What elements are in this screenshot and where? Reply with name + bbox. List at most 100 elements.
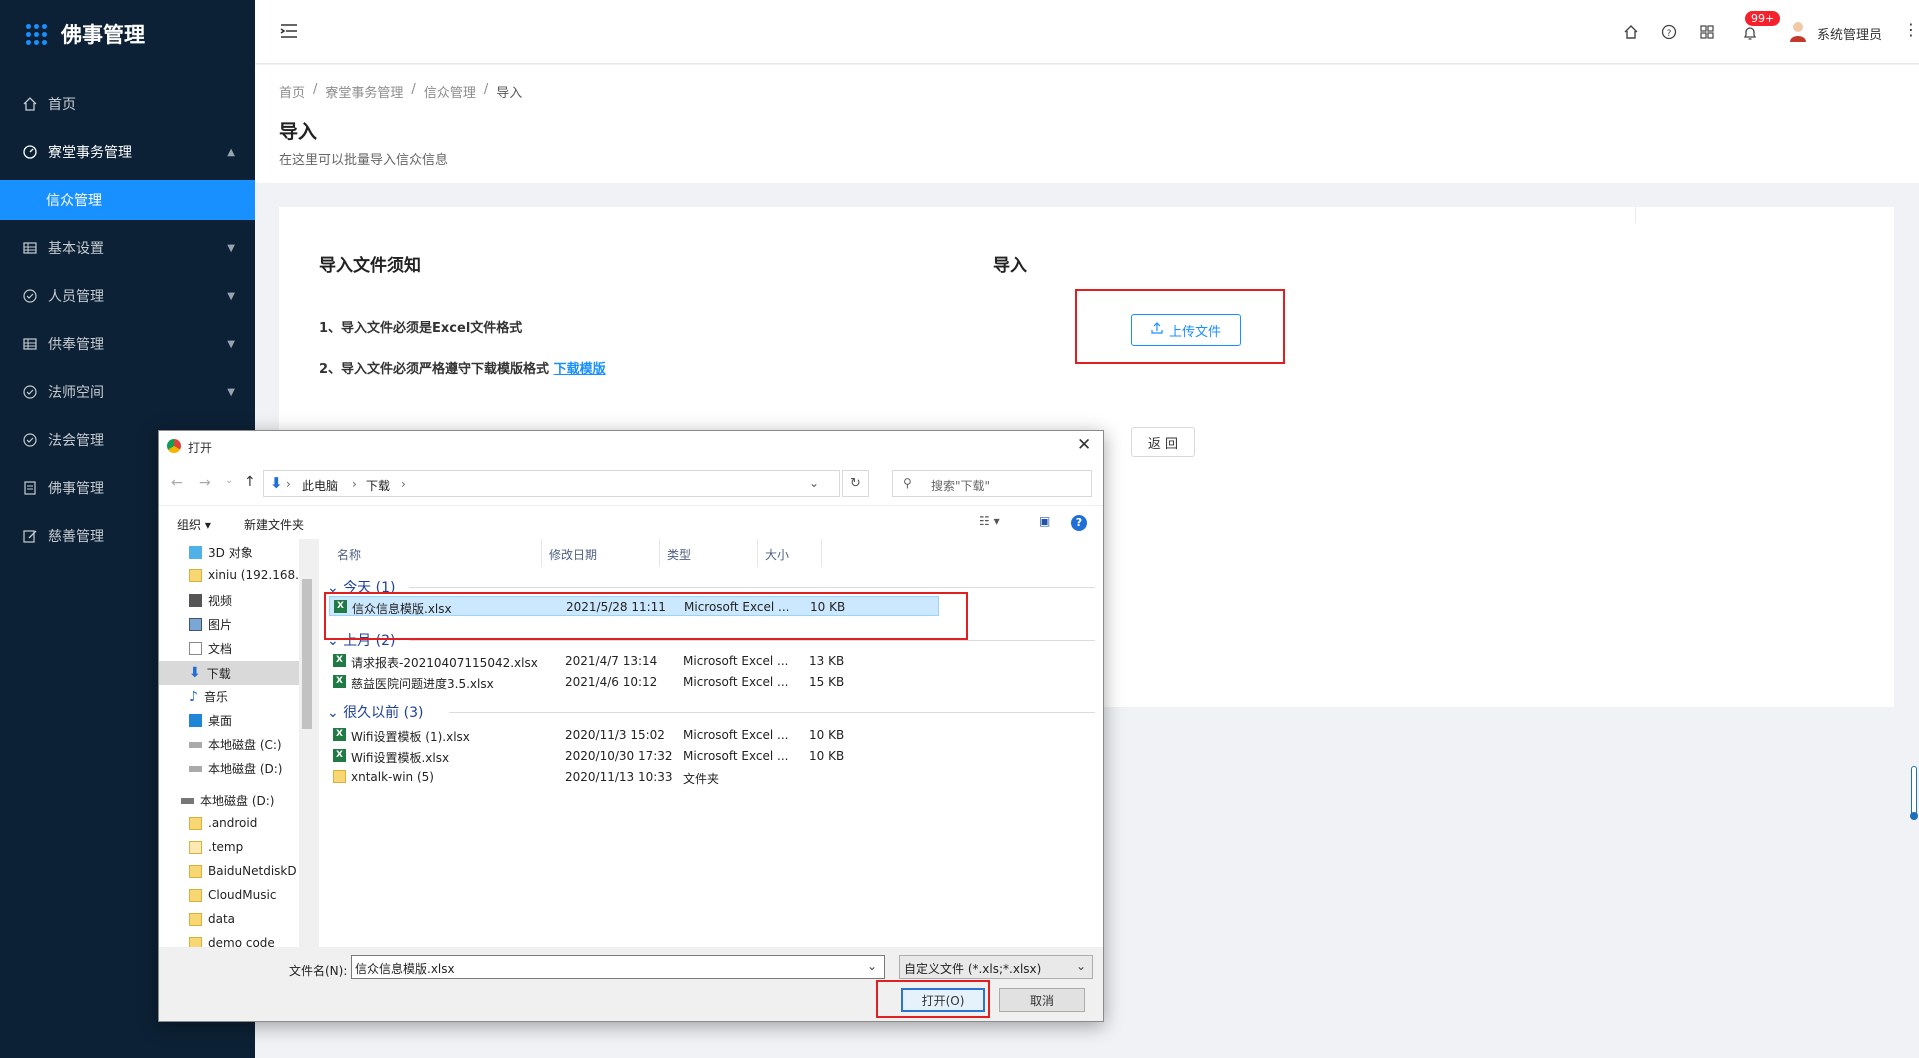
chevron-down-icon: ▼ bbox=[227, 290, 235, 302]
help-icon[interactable]: ? bbox=[1661, 24, 1677, 44]
tree-scrollbar[interactable] bbox=[299, 539, 315, 947]
tree-item-videos[interactable]: 视频 bbox=[189, 592, 232, 609]
tree-item-pictures[interactable]: 图片 bbox=[189, 616, 232, 633]
app-title: 佛事管理 bbox=[61, 23, 145, 47]
file-row[interactable]: X 慈益医院问题进度3.5.xlsx 2021/4/6 10:12 Micros… bbox=[329, 672, 919, 692]
home-icon[interactable] bbox=[1623, 24, 1639, 44]
edge-slider-knob[interactable] bbox=[1910, 812, 1918, 820]
upload-file-button[interactable]: 上传文件 bbox=[1131, 314, 1241, 346]
file-date: 2021/4/6 10:12 bbox=[565, 675, 658, 689]
col-name[interactable]: 名称 bbox=[337, 546, 361, 563]
address-dropdown-icon[interactable]: ⌄ bbox=[809, 476, 819, 490]
sidebar-item-staff[interactable]: 人员管理 ▼ bbox=[0, 276, 255, 316]
more-vertical-icon[interactable]: ⋮ bbox=[1903, 20, 1919, 39]
table-icon bbox=[22, 240, 38, 256]
cancel-button[interactable]: 取消 bbox=[999, 988, 1085, 1012]
breadcrumb-believers[interactable]: 信众管理 bbox=[424, 82, 476, 101]
file-row[interactable]: xntalk-win (5) 2020/11/13 10:33 文件夹 bbox=[329, 767, 919, 787]
back-button[interactable]: 返 回 bbox=[1131, 427, 1195, 457]
tree-item-android[interactable]: .android bbox=[189, 816, 257, 830]
path-downloads[interactable]: 下载 bbox=[366, 477, 390, 494]
view-options-icon[interactable]: ☷ ▾ bbox=[979, 514, 1000, 528]
address-bar[interactable]: ⬇ › 此电脑 › 下载 › ⌄ bbox=[263, 470, 840, 497]
back-arrow-icon[interactable]: ← bbox=[171, 475, 183, 491]
tree-item-desktop[interactable]: 桌面 bbox=[189, 712, 232, 729]
folder-icon bbox=[189, 568, 202, 582]
filter-dropdown-icon[interactable]: ⌄ bbox=[1076, 959, 1086, 973]
tree-item-cloudmusic[interactable]: CloudMusic bbox=[189, 888, 276, 902]
file-date: 2020/11/3 15:02 bbox=[565, 728, 665, 742]
notice-line-2-text: 2、导入文件必须严格遵守下载模版格式 bbox=[319, 362, 550, 377]
refresh-icon[interactable]: ↻ bbox=[842, 470, 869, 497]
user-name[interactable]: 系统管理员 bbox=[1817, 24, 1882, 43]
col-size[interactable]: 大小 bbox=[765, 546, 789, 563]
folder-icon bbox=[189, 888, 202, 902]
notification-badge: 99+ bbox=[1745, 11, 1781, 26]
tree-item-drive-c[interactable]: 本地磁盘 (C:) bbox=[189, 736, 282, 753]
col-type[interactable]: 类型 bbox=[667, 546, 691, 563]
close-icon[interactable]: ✕ bbox=[1077, 435, 1091, 455]
file-name: 请求报表-20210407115042.xlsx bbox=[351, 656, 538, 670]
organize-button[interactable]: 组织 ▾ bbox=[177, 516, 211, 533]
tree-scroll-thumb[interactable] bbox=[302, 579, 312, 729]
menu-fold-icon[interactable] bbox=[280, 23, 298, 43]
tree-item-downloads[interactable]: ⬇ 下载 bbox=[159, 661, 299, 685]
sidebar-item-label: 信众管理 bbox=[46, 193, 102, 209]
file-list-header: 名称 修改日期 类型 大小 bbox=[319, 539, 1103, 567]
search-box[interactable]: ⚲ 搜索"下载" bbox=[892, 470, 1092, 497]
tree-item-3d[interactable]: 3D 对象 bbox=[189, 544, 253, 561]
bell-icon[interactable] bbox=[1742, 25, 1758, 45]
file-row[interactable]: X 请求报表-20210407115042.xlsx 2021/4/7 13:1… bbox=[329, 651, 919, 671]
sidebar-item-master-space[interactable]: 法师空间 ▼ bbox=[0, 372, 255, 412]
tree-item-network[interactable]: xiniu (192.168.1 bbox=[189, 568, 307, 582]
tree-item-drive-d[interactable]: 本地磁盘 (D:) bbox=[189, 760, 282, 777]
up-arrow-icon[interactable]: ↑ bbox=[244, 474, 256, 490]
file-type-filter[interactable]: 自定义文件 (*.xls;*.xlsx) ⌄ bbox=[899, 955, 1093, 979]
tree-item-baidu[interactable]: BaiduNetdiskD bbox=[189, 864, 297, 878]
filename-input[interactable]: 信众信息模版.xlsx ⌄ bbox=[351, 955, 885, 979]
upload-file-label: 上传文件 bbox=[1168, 324, 1221, 340]
new-folder-button[interactable]: 新建文件夹 bbox=[244, 516, 304, 533]
tree-item-data[interactable]: data bbox=[189, 912, 235, 926]
organize-label: 组织 bbox=[177, 518, 202, 532]
path-this-pc[interactable]: 此电脑 bbox=[302, 477, 338, 494]
tree-item-documents[interactable]: 文档 bbox=[189, 640, 232, 657]
check-circle-icon bbox=[22, 384, 38, 400]
file-name: xntalk-win (5) bbox=[351, 770, 434, 784]
search-placeholder: 搜索"下载" bbox=[931, 479, 991, 493]
file-open-dialog: 打开 ✕ ← → ⌄ ↑ ⬇ › 此电脑 › 下载 › ⌄ ↻ ⚲ 搜索"下载"… bbox=[158, 430, 1104, 1022]
breadcrumb-hall-affairs[interactable]: 寮堂事务管理 bbox=[325, 82, 403, 101]
folder-icon bbox=[189, 936, 202, 947]
drive-icon bbox=[181, 797, 194, 804]
sidebar-item-basic-settings[interactable]: 基本设置 ▼ bbox=[0, 228, 255, 268]
group-label: 很久以前 (3) bbox=[343, 705, 424, 721]
group-long-ago[interactable]: ⌄ 很久以前 (3) bbox=[327, 702, 423, 722]
svg-text:?: ? bbox=[1667, 29, 1672, 39]
app-logo[interactable]: 佛事管理 bbox=[26, 18, 145, 50]
download-template-link[interactable]: 下载模版 bbox=[554, 362, 606, 377]
tree-item-democode[interactable]: demo code bbox=[189, 936, 275, 947]
check-circle-icon bbox=[22, 288, 38, 304]
sidebar-item-believers[interactable]: 信众管理 bbox=[0, 180, 255, 220]
recent-dropdown-icon[interactable]: ⌄ bbox=[225, 475, 233, 486]
breadcrumb-home[interactable]: 首页 bbox=[279, 82, 305, 101]
avatar[interactable] bbox=[1788, 20, 1808, 42]
tree-item-drive-d-2[interactable]: 本地磁盘 (D:) bbox=[181, 792, 274, 809]
sidebar-item-label: 基本设置 bbox=[48, 241, 104, 257]
help-icon[interactable]: ? bbox=[1071, 515, 1087, 531]
sidebar-item-hall-affairs[interactable]: 寮堂事务管理 ▲ bbox=[0, 132, 255, 172]
sidebar-item-home[interactable]: 首页 bbox=[0, 84, 255, 124]
download-icon: ⬇ bbox=[189, 665, 201, 681]
tree-item-temp[interactable]: .temp bbox=[189, 840, 243, 854]
col-date[interactable]: 修改日期 bbox=[549, 546, 597, 563]
filename-dropdown-icon[interactable]: ⌄ bbox=[867, 959, 877, 973]
sidebar-item-offerings[interactable]: 供奉管理 ▼ bbox=[0, 324, 255, 364]
layout-icon[interactable] bbox=[1699, 24, 1715, 44]
tree-label: 音乐 bbox=[203, 690, 228, 704]
preview-pane-icon[interactable]: ▣ bbox=[1039, 514, 1050, 528]
file-row[interactable]: X Wifi设置模板.xlsx 2020/10/30 17:32 Microso… bbox=[329, 746, 919, 766]
file-row[interactable]: X Wifi设置模板 (1).xlsx 2020/11/3 15:02 Micr… bbox=[329, 725, 919, 745]
forward-arrow-icon[interactable]: → bbox=[199, 475, 211, 491]
tree-label: 3D 对象 bbox=[208, 546, 253, 560]
tree-item-music[interactable]: ♪ 音乐 bbox=[189, 688, 228, 705]
